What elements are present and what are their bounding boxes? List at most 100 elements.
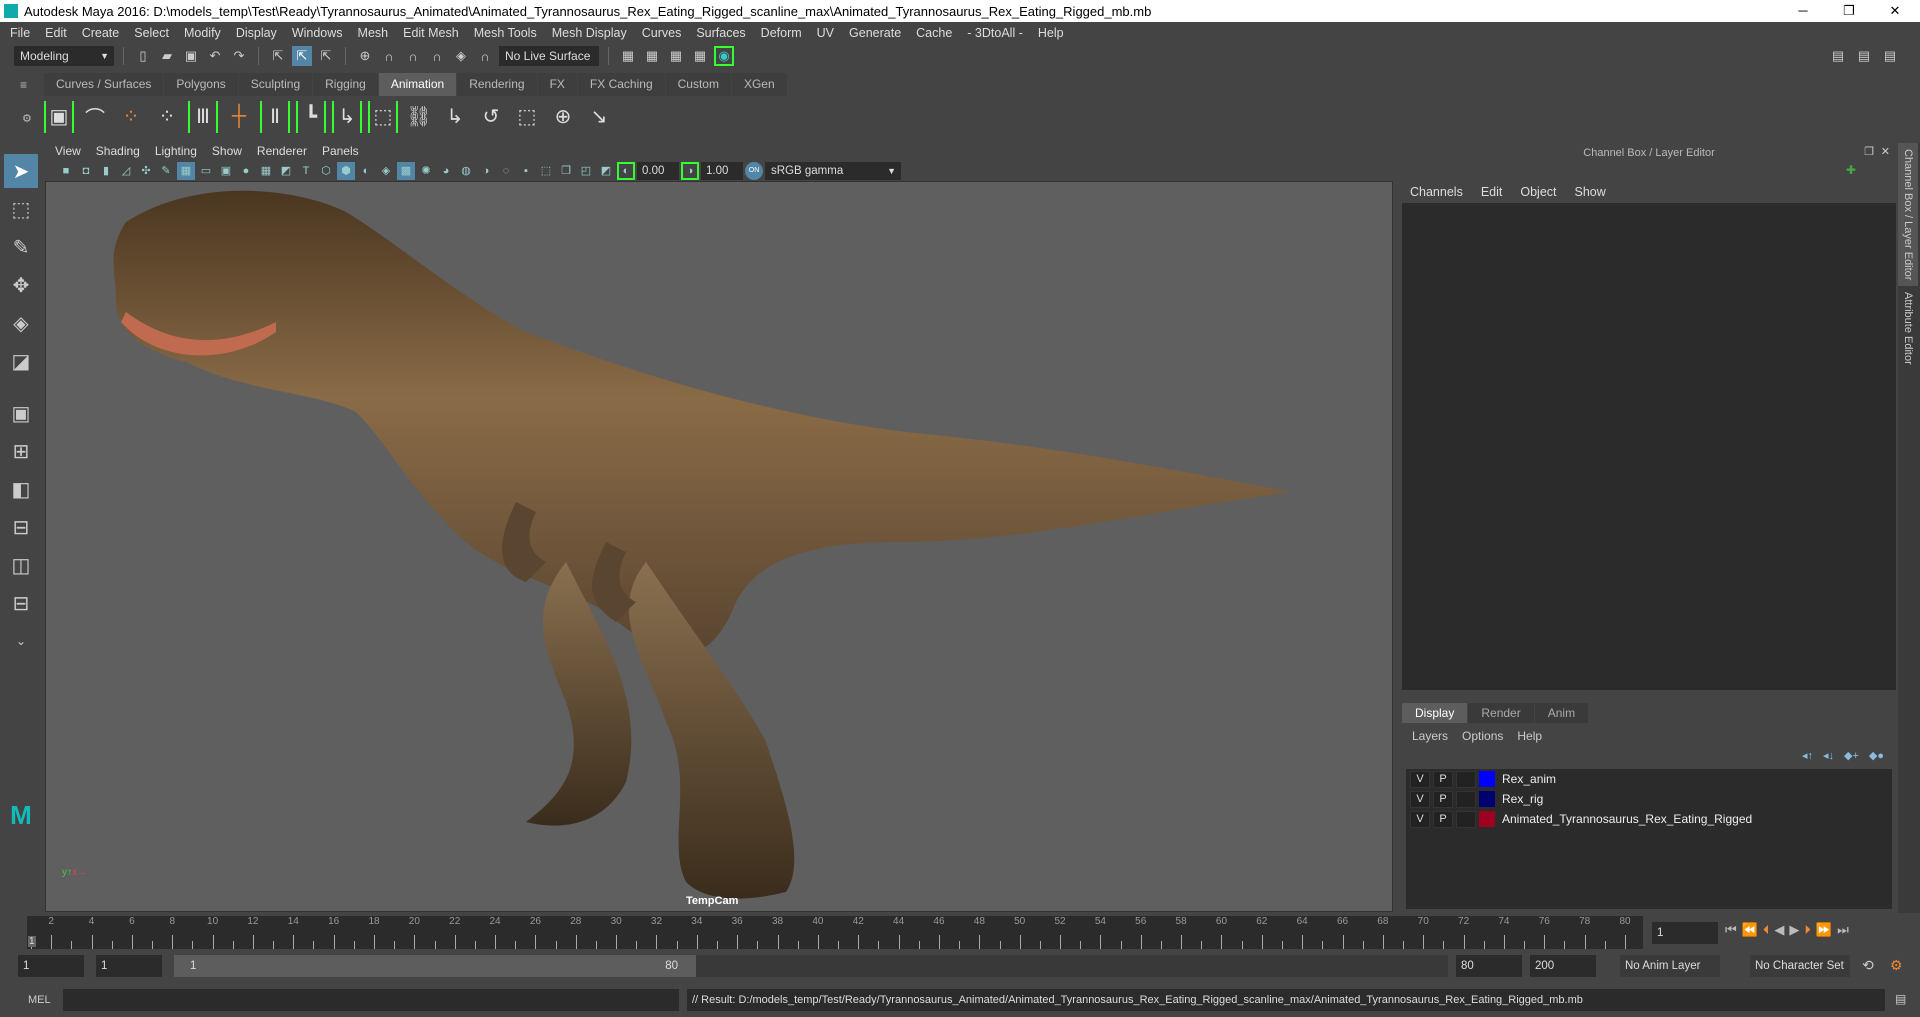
display-type-toggle[interactable]	[1456, 810, 1476, 828]
layer-menu-help[interactable]: Help	[1517, 729, 1542, 743]
wireframe-on-shaded-icon[interactable]: ◐	[357, 162, 375, 180]
undo-icon[interactable]: ↶	[205, 46, 225, 66]
go-to-end-icon[interactable]: ⏭	[1837, 922, 1849, 938]
persp-graph-layout-icon[interactable]: ⊟	[4, 510, 38, 544]
playback-toggle[interactable]: P	[1433, 810, 1453, 828]
panel-menu-view[interactable]: View	[55, 144, 81, 160]
menu-display[interactable]: Display	[236, 26, 277, 40]
auto-key-icon[interactable]: ⟲	[1862, 957, 1874, 974]
view-transform-dropdown[interactable]: sRGB gamma ▼	[765, 161, 901, 180]
layer-row[interactable]: V P Rex_rig	[1406, 789, 1892, 809]
redo-icon[interactable]: ↷	[229, 46, 249, 66]
channel-menu-show[interactable]: Show	[1575, 185, 1606, 199]
close-button[interactable]: ✕	[1872, 0, 1918, 22]
bookmark-icon[interactable]: ▮	[97, 162, 115, 180]
pole-vector-constraint-icon[interactable]: ↘	[584, 101, 614, 133]
exposure-field[interactable]: 0.00	[637, 161, 679, 180]
xray-components-icon[interactable]: ◰	[577, 162, 595, 180]
menu-select[interactable]: Select	[134, 26, 169, 40]
visibility-toggle[interactable]: V	[1410, 810, 1430, 828]
playback-toggle[interactable]: P	[1433, 770, 1453, 788]
panel-menu-renderer[interactable]: Renderer	[257, 144, 307, 160]
ik-handle-icon[interactable]: Ⅱ	[260, 100, 290, 133]
menu-uv[interactable]: UV	[817, 26, 834, 40]
field-chart-icon[interactable]: ▦	[257, 162, 275, 180]
resolution-gate-icon[interactable]: ▣	[217, 162, 235, 180]
display-type-toggle[interactable]	[1456, 770, 1476, 788]
select-tool-icon[interactable]: ➤	[4, 154, 38, 188]
step-forward-key-icon[interactable]: ⏩	[1816, 922, 1832, 938]
select-component-icon[interactable]: ⇱	[316, 46, 336, 66]
menu-cache[interactable]: Cache	[916, 26, 952, 40]
safe-title-icon[interactable]: T	[297, 162, 315, 180]
playback-end-field[interactable]: 80	[1456, 955, 1522, 977]
layer-row[interactable]: V P Animated_Tyrannosaurus_Rex_Eating_Rigg…	[1406, 809, 1892, 829]
step-forward-frame-icon[interactable]: ⏵	[1804, 922, 1811, 938]
menu-mesh-tools[interactable]: Mesh Tools	[474, 26, 537, 40]
2d-pan-zoom-icon[interactable]: ✣	[137, 162, 155, 180]
move-layer-up-icon[interactable]: ◂↑	[1802, 749, 1813, 762]
layer-tab-display[interactable]: Display	[1402, 703, 1468, 723]
orient-constraint-icon[interactable]: ↺	[476, 101, 506, 133]
lasso-tool-icon[interactable]: ⬚	[4, 192, 38, 226]
grid-icon[interactable]: ▦	[177, 161, 195, 180]
menu-surfaces[interactable]: Surfaces	[696, 26, 745, 40]
range-slider-track[interactable]: 1 80	[174, 955, 1448, 977]
shelf-tab-xgen[interactable]: XGen	[731, 73, 787, 96]
layer-row[interactable]: V P Rex_anim	[1406, 769, 1892, 789]
perspective-viewport[interactable]: y↑x→ TempCam	[45, 181, 1393, 912]
move-tool-icon[interactable]: ✥	[4, 268, 38, 302]
menu-help[interactable]: Help	[1038, 26, 1064, 40]
visibility-toggle[interactable]: V	[1410, 790, 1430, 808]
gate-mask-icon[interactable]: ●	[237, 162, 255, 180]
layer-color-swatch[interactable]	[1479, 791, 1495, 807]
minimize-button[interactable]: ─	[1780, 0, 1826, 22]
isolate-select-icon[interactable]: ⬚	[537, 162, 555, 180]
time-slider[interactable]: 2 4 6 8 10 12 14 16 18 20 22 24 26 28 30 32 34 36 38 40 42 44…	[27, 916, 1643, 949]
play-forwards-icon[interactable]: ▶	[1789, 922, 1799, 938]
tab-attribute-editor[interactable]: Attribute Editor	[1898, 286, 1918, 371]
snap-live-icon[interactable]: ◈	[451, 46, 471, 66]
panel-menu-shading[interactable]: Shading	[96, 144, 140, 160]
shelf-tab-polygons[interactable]: Polygons	[164, 73, 238, 96]
menu-curves[interactable]: Curves	[642, 26, 682, 40]
menu-file[interactable]: File	[10, 26, 30, 40]
gamma-field[interactable]: 1.00	[701, 161, 743, 180]
new-layer-from-selected-icon[interactable]: ◆●	[1869, 749, 1884, 762]
grease-pencil-icon[interactable]: ✎	[157, 162, 175, 180]
ik-spline-icon[interactable]: ↳	[332, 100, 362, 133]
parent-constraint-icon[interactable]: ⛓	[404, 101, 434, 133]
layer-tab-render[interactable]: Render	[1468, 703, 1534, 723]
menu-3dtoall[interactable]: - 3DtoAll -	[967, 26, 1023, 40]
save-scene-icon[interactable]: ▣	[181, 46, 201, 66]
wireframe-icon[interactable]: ⬡	[317, 162, 335, 180]
xray-icon[interactable]: ◈	[377, 162, 395, 180]
panel-menu-lighting[interactable]: Lighting	[155, 144, 197, 160]
render-settings-icon[interactable]: ▦	[690, 46, 710, 66]
close-panel-icon[interactable]: ✕	[1881, 145, 1890, 158]
play-backwards-icon[interactable]: ◀	[1774, 922, 1784, 938]
command-input[interactable]	[63, 989, 679, 1011]
anti-aliasing-icon[interactable]: ◌	[497, 162, 515, 180]
open-scene-icon[interactable]: ▰	[157, 46, 177, 66]
scale-tool-icon[interactable]: ◪	[4, 344, 38, 378]
animation-start-field[interactable]: 1	[18, 955, 84, 977]
four-view-layout-icon[interactable]: ⊞	[4, 434, 38, 468]
create-camera-sequencer-icon[interactable]: Ⅲ	[188, 100, 218, 133]
single-perspective-layout-icon[interactable]: ▣	[4, 396, 38, 430]
shelf-tab-sculpting[interactable]: Sculpting	[238, 73, 313, 96]
layer-color-swatch[interactable]	[1479, 771, 1495, 787]
go-to-start-icon[interactable]: ⏮	[1725, 922, 1737, 938]
depth-of-field-icon[interactable]: ▪	[517, 162, 535, 180]
tab-channel-box-layer-editor[interactable]: Channel Box / Layer Editor	[1898, 143, 1918, 287]
shelf-tab-fx-caching[interactable]: FX Caching	[577, 73, 665, 96]
render-frame-icon[interactable]: ▦	[618, 46, 638, 66]
playback-start-field[interactable]: 1	[96, 955, 162, 977]
shelf-tab-animation[interactable]: Animation	[378, 73, 457, 96]
display-type-toggle[interactable]	[1456, 790, 1476, 808]
menu-deform[interactable]: Deform	[761, 26, 802, 40]
channel-menu-edit[interactable]: Edit	[1481, 185, 1503, 199]
new-scene-icon[interactable]: ▯	[133, 46, 153, 66]
channel-box-content[interactable]	[1402, 203, 1896, 690]
panel-menu-show[interactable]: Show	[212, 144, 242, 160]
